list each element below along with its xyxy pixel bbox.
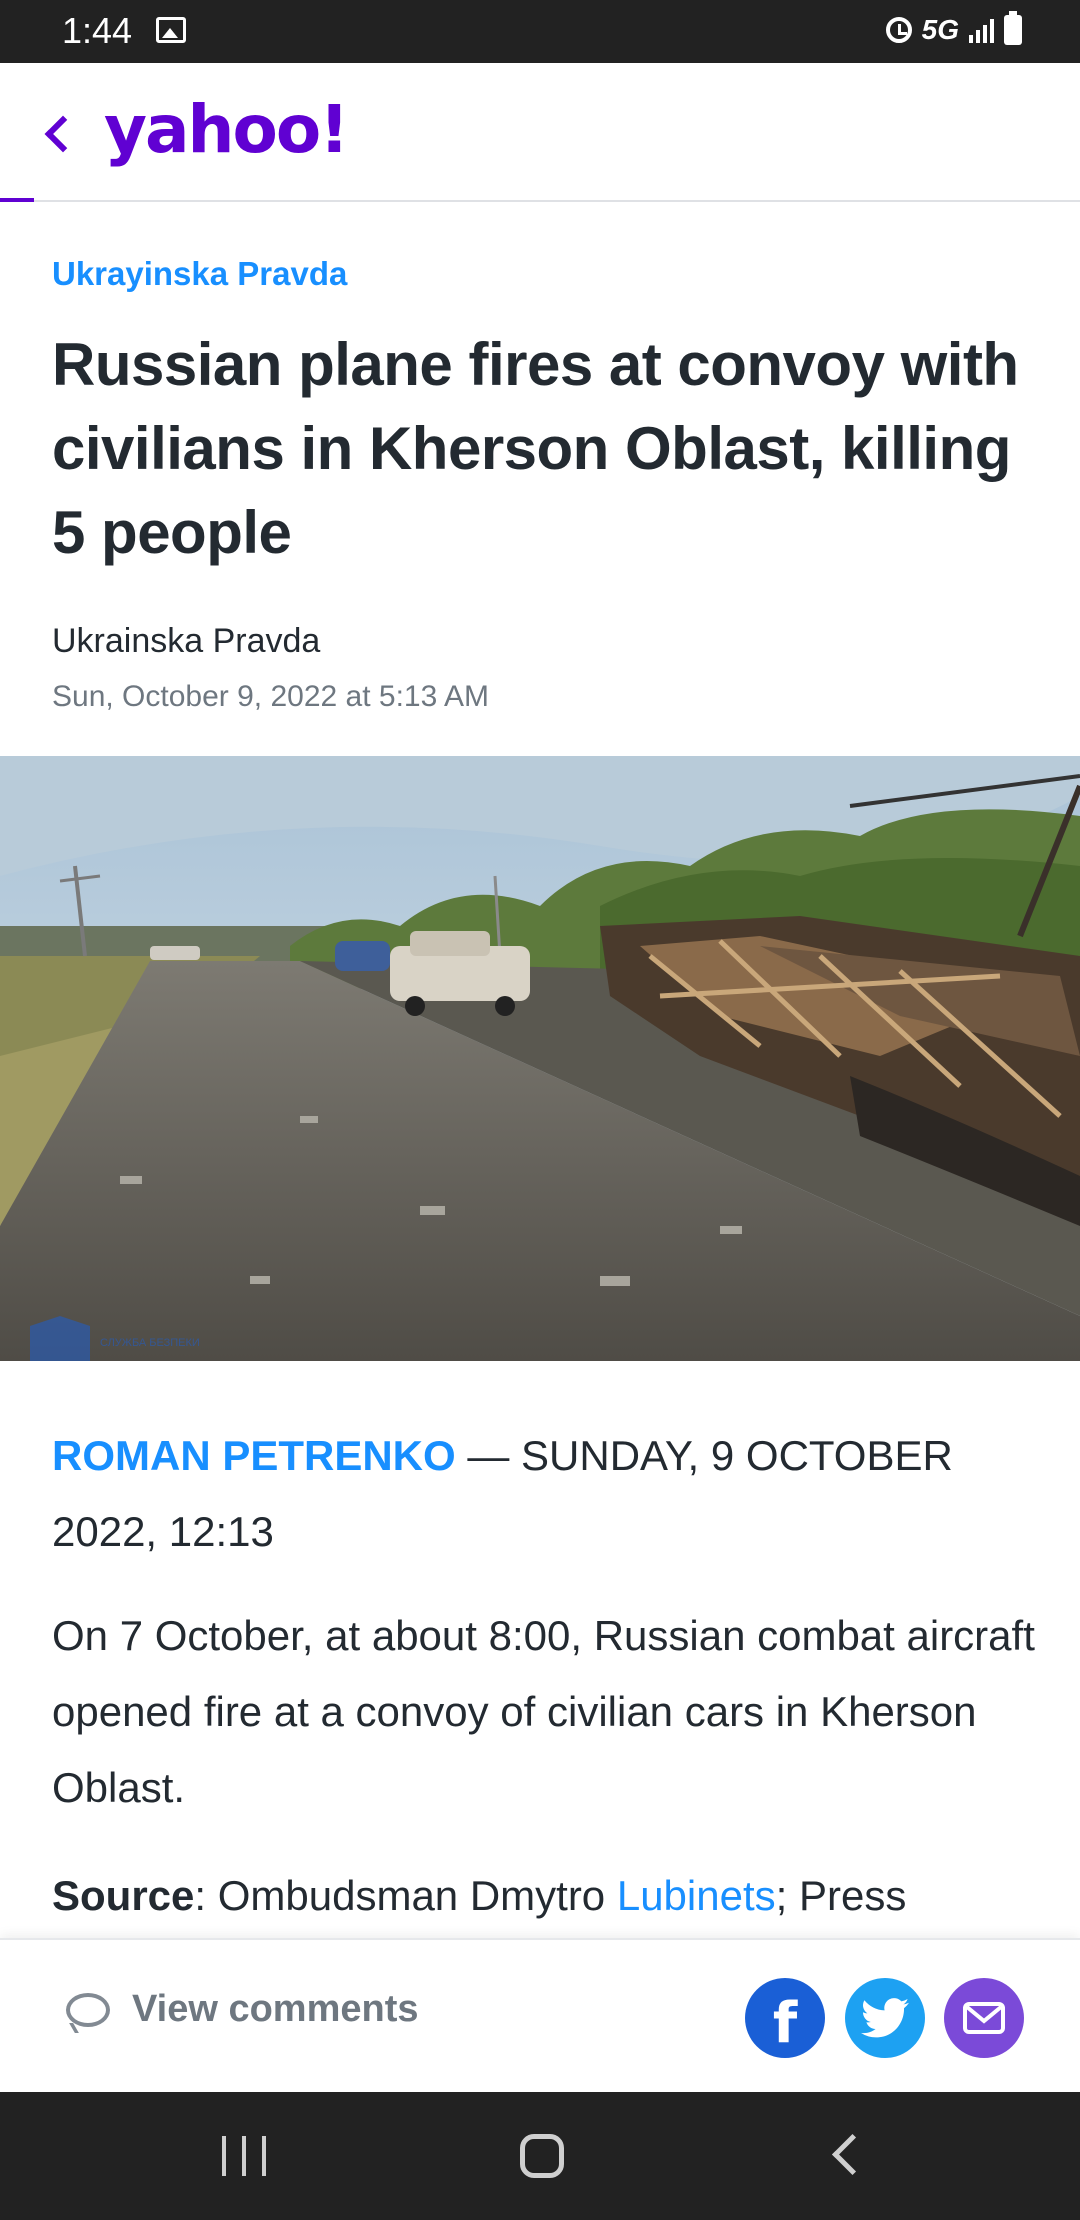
twitter-share-button[interactable] xyxy=(845,1978,925,2058)
publish-date: Sun, October 9, 2022 at 5:13 AM xyxy=(52,680,489,713)
bottom-action-bar: View comments f xyxy=(0,1938,1080,2094)
byline: ROMAN PETRENKO — SUNDAY, 9 OCTOBER 2022,… xyxy=(52,1418,1042,1570)
source-text: : Ombudsman Dmytro xyxy=(194,1872,617,1919)
header-accent xyxy=(0,198,34,202)
source-label: Source xyxy=(52,1872,195,1919)
article-paragraph-source: Source: Ombudsman Dmytro Lubinets; Press xyxy=(52,1858,1062,1938)
comment-icon xyxy=(66,1992,110,2027)
provider-link[interactable]: Ukrayinska Pravda xyxy=(52,255,347,293)
hero-image-graphic: СЛУЖБА БЕЗПЕКИ xyxy=(0,756,1080,1361)
home-button[interactable] xyxy=(520,2134,564,2178)
yahoo-logo[interactable]: yahoo! xyxy=(104,91,349,168)
facebook-icon: f xyxy=(772,1990,798,2056)
byline-author[interactable]: ROMAN PETRENKO xyxy=(52,1432,456,1479)
status-icons: 5G xyxy=(885,10,1022,50)
article-paragraph: On 7 October, at about 8:00, Russian com… xyxy=(52,1612,1035,1811)
system-nav-bar xyxy=(0,2092,1080,2220)
byline-separator: — xyxy=(455,1432,522,1479)
gallery-icon xyxy=(156,17,186,43)
facebook-share-button[interactable]: f xyxy=(745,1978,825,2058)
mail-icon xyxy=(963,2002,1005,2034)
lubinets-link[interactable]: Lubinets xyxy=(617,1872,776,1919)
mail-share-button[interactable] xyxy=(944,1978,1024,2058)
view-comments-label: View comments xyxy=(132,1988,419,2030)
view-comments-button[interactable]: View comments xyxy=(66,1988,419,2031)
app-header: yahoo! xyxy=(0,63,1080,202)
source-text-after: ; Press xyxy=(775,1872,907,1919)
status-bar: 1:44 5G xyxy=(0,0,1080,63)
twitter-icon xyxy=(861,1998,909,2038)
image-watermark: СЛУЖБА БЕЗПЕКИ xyxy=(100,1337,200,1349)
alarm-icon xyxy=(885,17,912,43)
back-button[interactable] xyxy=(30,103,90,163)
battery-icon xyxy=(1004,11,1022,45)
recent-apps-button[interactable] xyxy=(222,2136,266,2176)
article-title: Russian plane fires at convoy with civil… xyxy=(52,331,1019,566)
status-time: 1:44 xyxy=(62,10,133,51)
article-author: Ukrainska Pravda xyxy=(52,622,321,660)
system-back-button[interactable] xyxy=(831,2133,874,2176)
hero-image[interactable]: СЛУЖБА БЕЗПЕКИ xyxy=(0,756,1080,1361)
signal-icon xyxy=(969,17,994,43)
network-label: 5G xyxy=(921,14,959,45)
